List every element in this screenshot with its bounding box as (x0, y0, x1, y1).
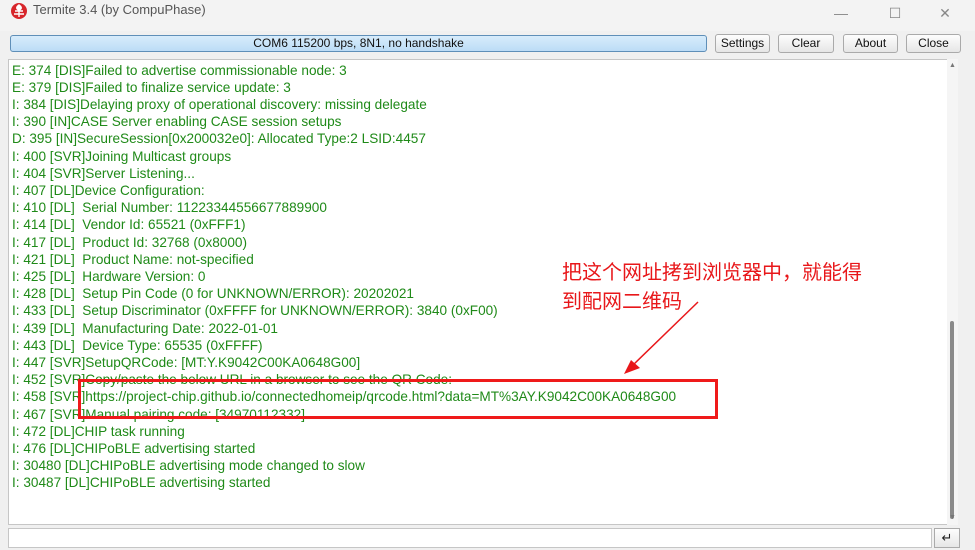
about-button[interactable]: About (843, 34, 898, 53)
log-line: I: 30480 [DL]CHIPoBLE advertising mode c… (12, 458, 365, 473)
log-line: I: 452 [SVR]Copy/paste the below URL in … (12, 372, 453, 387)
log-line: I: 433 [DL] Setup Discriminator (0xFFFF … (12, 303, 498, 318)
log-line: I: 407 [DL]Device Configuration: (12, 183, 205, 198)
minimize-button[interactable]: — (818, 0, 864, 26)
close-window-button[interactable]: ✕ (922, 0, 968, 26)
vertical-scrollbar[interactable]: ▲ ▼ (947, 59, 958, 525)
enter-icon: ↵ (941, 530, 953, 545)
log-line: I: 472 [DL]CHIP task running (12, 424, 185, 439)
maximize-icon: ☐ (888, 4, 902, 21)
termite-app-icon (11, 3, 27, 19)
scroll-thumb[interactable] (950, 321, 954, 519)
log-line: I: 390 [IN]CASE Server enabling CASE ses… (12, 114, 342, 129)
log-line: I: 421 [DL] Product Name: not-specified (12, 252, 254, 267)
scroll-up-icon[interactable]: ▲ (947, 61, 958, 71)
log-line: D: 395 [IN]SecureSession[0x200032e0]: Al… (12, 131, 426, 146)
log-line: I: 467 [SVR]Manual pairing code: [349701… (12, 407, 305, 422)
log-line: I: 425 [DL] Hardware Version: 0 (12, 269, 206, 284)
scroll-down-icon[interactable]: ▼ (947, 513, 958, 523)
annotation-line-1: 把这个网址拷到浏览器中，就能得 (562, 260, 862, 284)
log-line: I: 443 [DL] Device Type: 65535 (0xFFFF) (12, 338, 263, 353)
close-port-button[interactable]: Close (906, 34, 961, 53)
log-line: I: 414 [DL] Vendor Id: 65521 (0xFFF1) (12, 217, 246, 232)
send-button[interactable]: ↵ (934, 528, 960, 548)
settings-button[interactable]: Settings (715, 34, 770, 53)
qrcode-url-line: I: 458 [SVR]https://project-chip.github.… (12, 389, 677, 404)
log-line: I: 476 [DL]CHIPoBLE advertising started (12, 441, 256, 456)
log-line: I: 428 [DL] Setup Pin Code (0 for UNKNOW… (12, 286, 414, 301)
log-line: I: 417 [DL] Product Id: 32768 (0x8000) (12, 235, 248, 250)
maximize-button[interactable]: ☐ (872, 0, 918, 26)
title-bar: Termite 3.4 (by CompuPhase) — ☐ ✕ (0, 0, 975, 31)
log-line: I: 439 [DL] Manufacturing Date: 2022-01-… (12, 321, 278, 336)
log-line: I: 447 [SVR]SetupQRCode: [MT:Y.K9042C00K… (12, 355, 361, 370)
close-icon: ✕ (939, 4, 951, 21)
log-line: I: 400 [SVR]Joining Multicast groups (12, 149, 232, 164)
log-line: E: 374 [DIS]Failed to advertise commissi… (12, 63, 347, 78)
annotation-line-2: 到配网二维码 (562, 289, 682, 313)
log-line: I: 30487 [DL]CHIPoBLE advertising starte… (12, 475, 271, 490)
log-line: I: 384 [DIS]Delaying proxy of operationa… (12, 97, 427, 112)
connection-status[interactable]: COM6 115200 bps, 8N1, no handshake (10, 35, 707, 52)
annotation-note: 把这个网址拷到浏览器中，就能得 到配网二维码 (562, 258, 922, 316)
minimize-icon: — (834, 5, 848, 21)
log-line: I: 404 [SVR]Server Listening... (12, 166, 195, 181)
log-line: I: 410 [DL] Serial Number: 1122334455667… (12, 200, 327, 215)
clear-button[interactable]: Clear (778, 34, 834, 53)
send-input[interactable] (8, 528, 932, 548)
window-title: Termite 3.4 (by CompuPhase) (33, 2, 206, 17)
log-line: E: 379 [DIS]Failed to finalize service u… (12, 80, 291, 95)
